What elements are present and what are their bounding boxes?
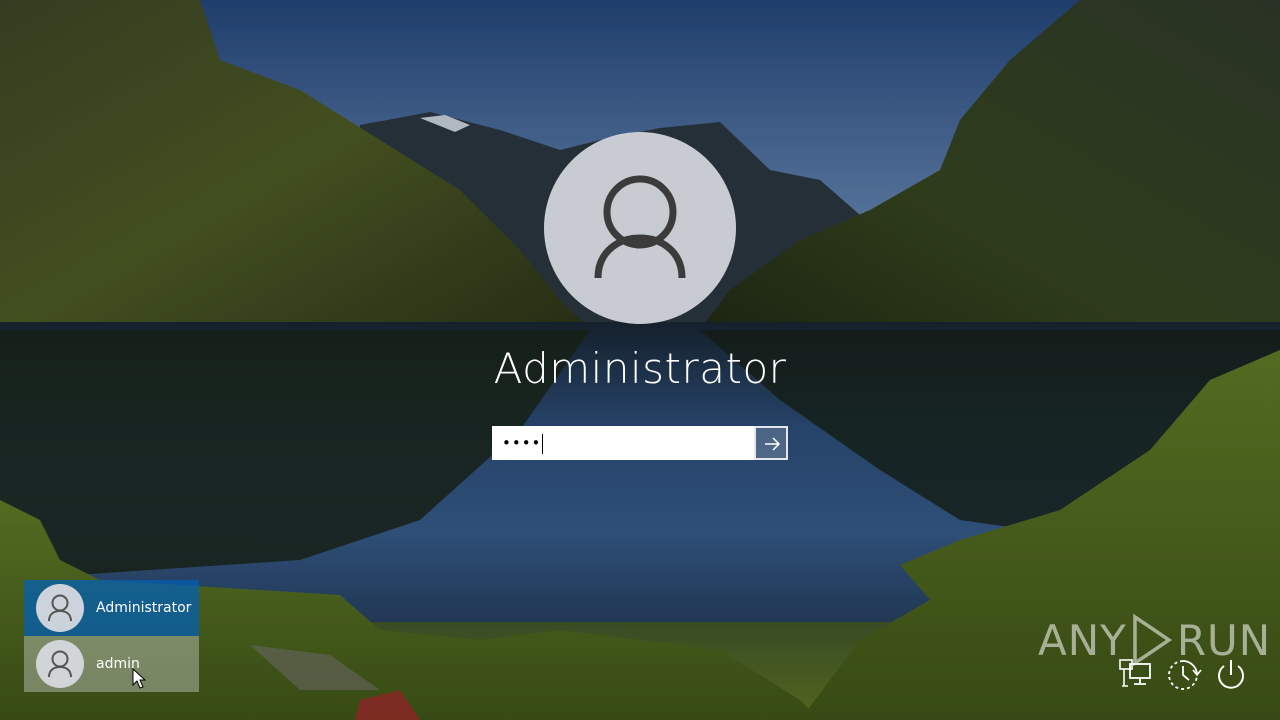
user-tile-label: Administrator <box>96 600 192 616</box>
password-field[interactable]: •••• <box>492 426 754 460</box>
ease-of-access-icon[interactable] <box>1164 656 1202 694</box>
user-tile-admin[interactable]: admin <box>24 636 199 692</box>
password-masked-text: •••• <box>502 434 542 452</box>
password-row: •••• <box>492 426 788 462</box>
submit-button[interactable] <box>754 426 788 460</box>
network-icon[interactable] <box>1116 656 1154 694</box>
text-caret <box>542 433 544 454</box>
user-name-heading: Administrator <box>493 344 787 393</box>
user-silhouette-icon <box>48 650 72 678</box>
tile-avatar <box>36 584 84 632</box>
user-tile-administrator[interactable]: Administrator <box>24 580 199 636</box>
watermark-left-text: ANY <box>1038 615 1127 665</box>
user-silhouette-icon <box>48 594 72 622</box>
lock-screen: Administrator •••• Administrator admin A… <box>0 0 1280 720</box>
user-avatar <box>544 132 736 324</box>
user-list: Administrator admin <box>24 580 199 692</box>
arrow-right-icon <box>765 437 781 451</box>
user-silhouette-icon <box>594 175 686 279</box>
tile-avatar <box>36 640 84 688</box>
mouse-cursor-icon <box>132 668 147 689</box>
power-icon[interactable] <box>1212 656 1250 694</box>
